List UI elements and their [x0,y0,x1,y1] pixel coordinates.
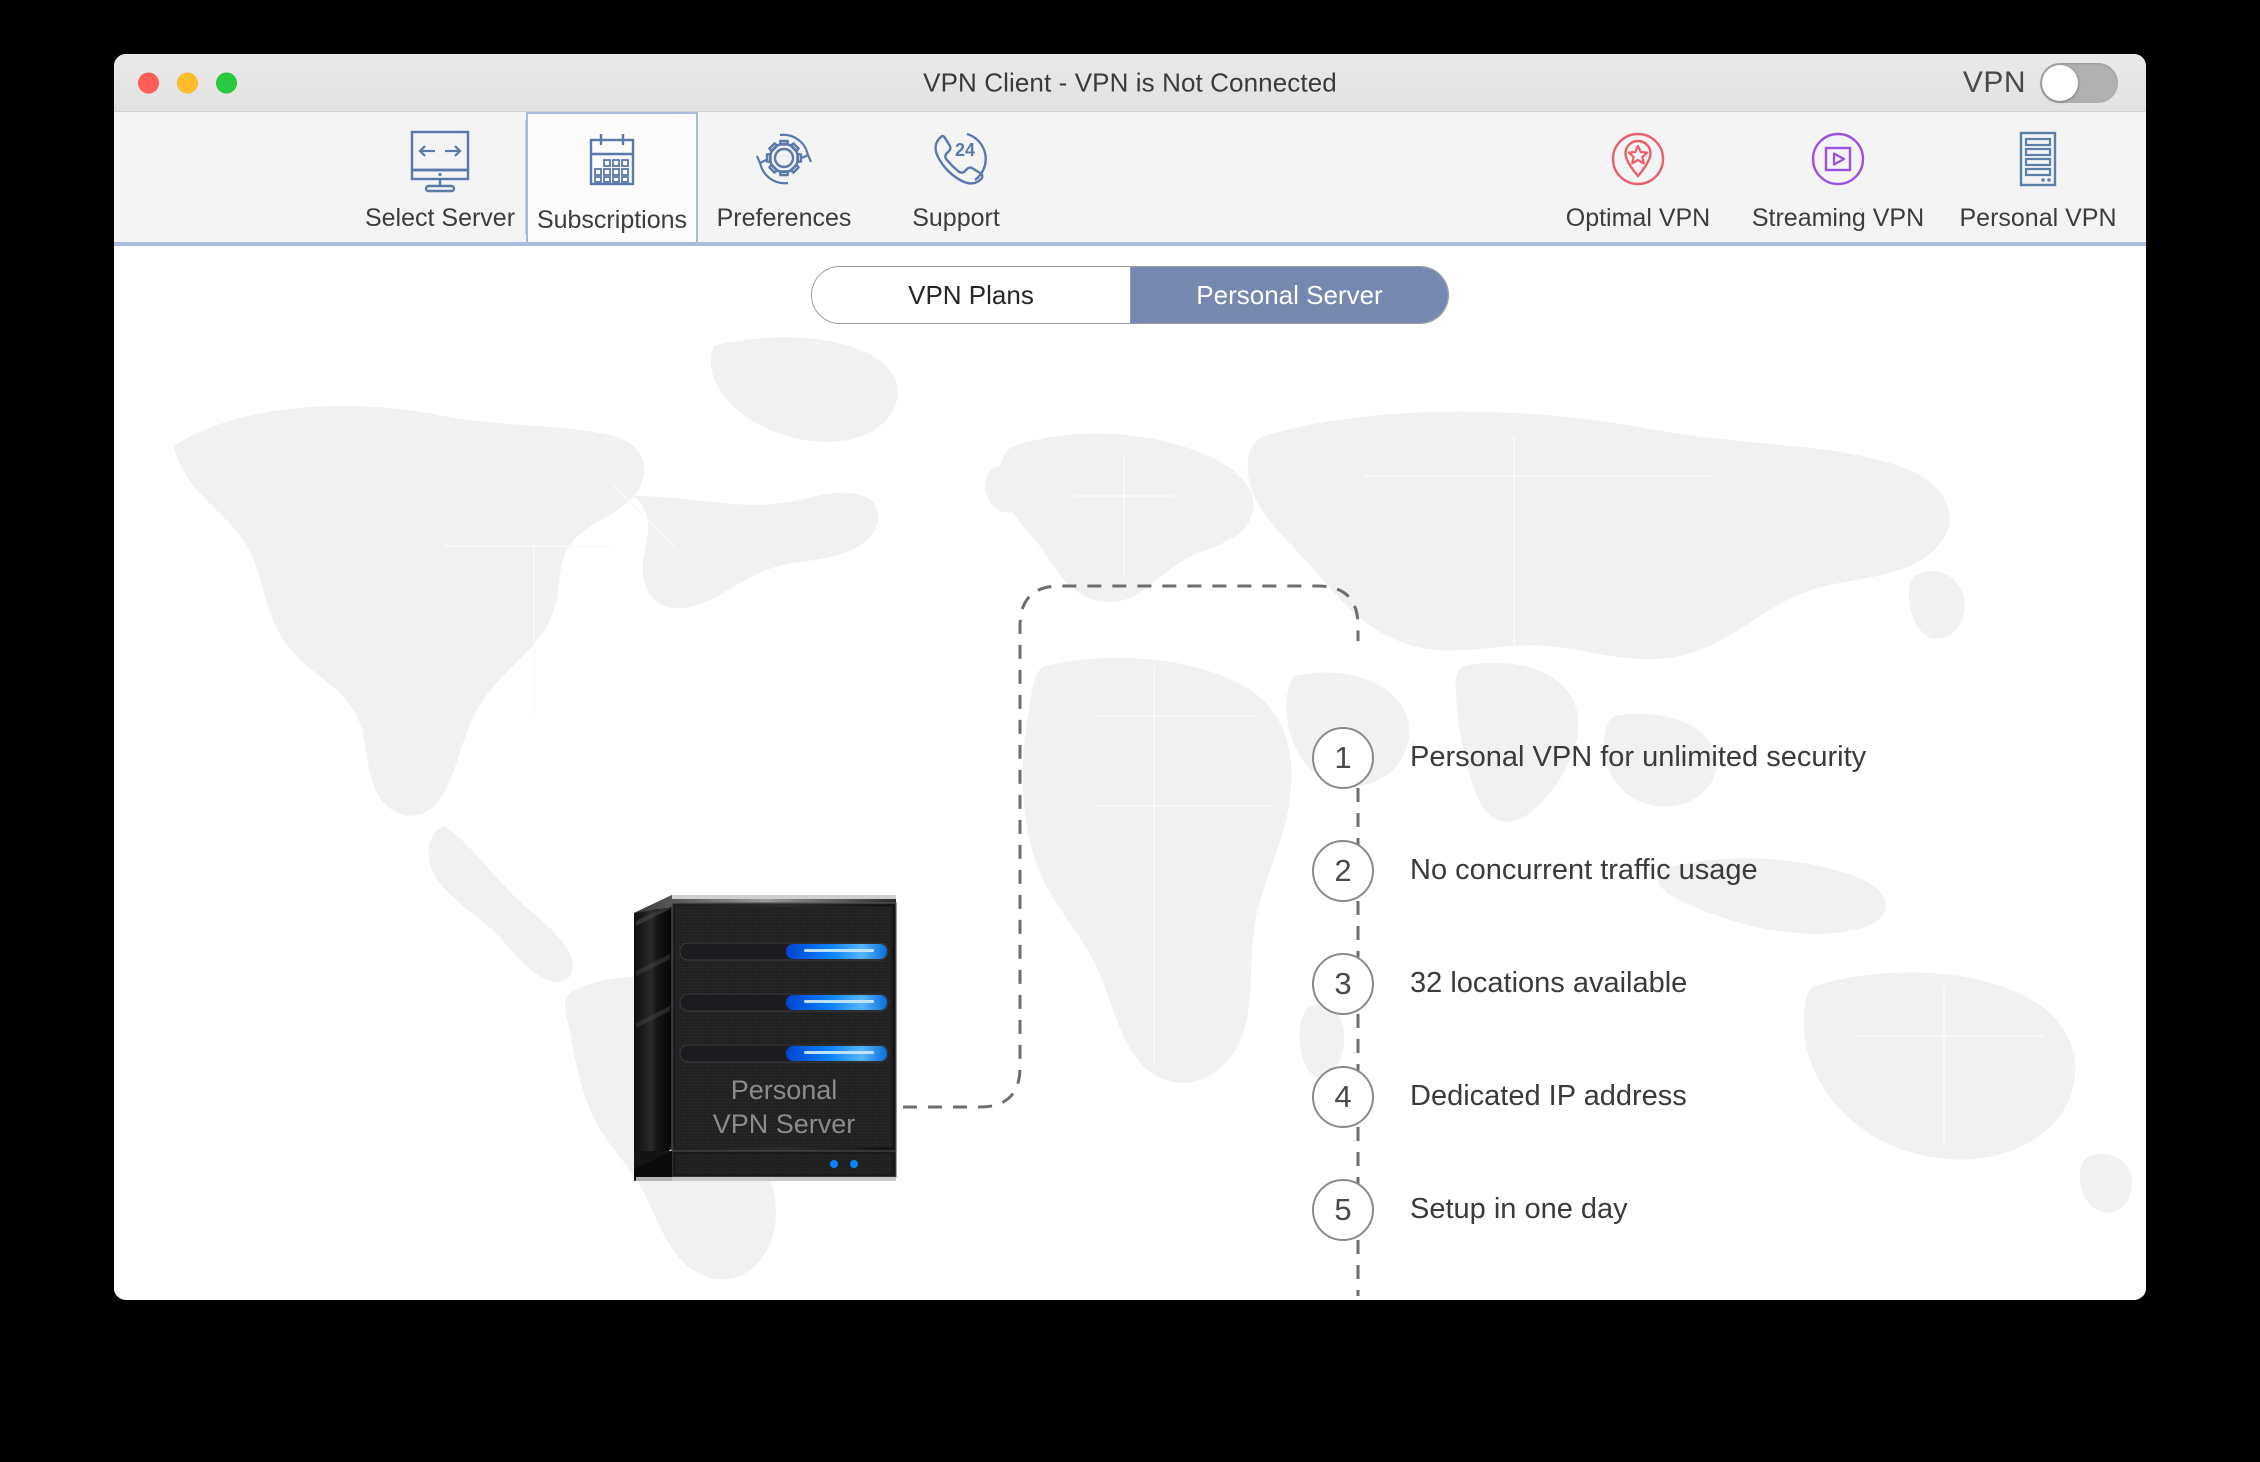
step-number: 5 [1312,1178,1374,1241]
toolbar-item-support[interactable]: 24 Support [870,112,1042,242]
vpn-toggle-label: VPN [1962,65,2026,99]
toolbar-item-subscriptions[interactable]: Subscriptions [526,112,698,242]
step-number: 1 [1312,726,1374,789]
list-item: 5 Setup in one day [1312,1153,1866,1266]
monitor-arrows-icon [404,126,476,196]
server-label-line1: Personal [731,1075,838,1105]
list-item: 1 Personal VPN for unlimited security [1312,701,1866,814]
segmented-control: VPN Plans Personal Server [811,266,1449,324]
toolbar-item-label: Optimal VPN [1565,204,1711,232]
step-label: Dedicated IP address [1410,1080,1687,1112]
personal-vpn-server-graphic: Personal VPN Server [634,895,897,1181]
vpn-toggle-switch[interactable] [2040,62,2118,103]
tab-personal-server[interactable]: Personal Server [1130,267,1448,323]
benefits-step-list: 1 Personal VPN for unlimited security 2 … [1312,701,1866,1266]
toolbar-item-label: Personal VPN [1959,204,2117,232]
server-rack-icon [2007,126,2069,196]
window-title: VPN Client - VPN is Not Connected [923,67,1337,97]
step-label: No concurrent traffic usage [1410,854,1758,886]
toolbar-item-select-server[interactable]: Select Server [354,112,526,242]
play-circle-icon [1804,126,1872,196]
toolbar-item-label: Preferences [716,204,852,232]
toolbar-item-optimal-vpn[interactable]: Optimal VPN [1538,112,1738,242]
step-label: 32 locations available [1410,967,1688,999]
toolbar-item-label: Streaming VPN [1751,204,1925,232]
svg-text:24: 24 [955,140,975,160]
list-item: 2 No concurrent traffic usage [1312,814,1866,927]
main-toolbar: Select Server Subscriptions Preferences … [114,112,2146,246]
tab-vpn-plans[interactable]: VPN Plans [812,267,1130,323]
step-label: Personal VPN for unlimited security [1410,741,1867,773]
vpn-toggle-group: VPN [1962,62,2118,103]
step-number: 3 [1312,952,1374,1015]
server-label-line2: VPN Server [713,1109,856,1139]
vpn-toggle-knob [2042,64,2078,101]
calendar-icon [579,128,645,198]
window-titlebar: VPN Client - VPN is Not Connected VPN [114,54,2146,112]
toolbar-item-streaming-vpn[interactable]: Streaming VPN [1738,112,1938,242]
main-content: VPN Plans Personal Server Personal VPN S… [114,246,2146,1296]
toolbar-item-label: Subscriptions [536,206,688,234]
toolbar-item-personal-vpn[interactable]: Personal VPN [1938,112,2138,242]
toolbar-left-group: Select Server Subscriptions Preferences … [354,112,1042,242]
step-label: Setup in one day [1410,1193,1628,1225]
gear-refresh-icon [748,126,820,196]
toolbar-item-label: Select Server [364,204,516,232]
phone-24-icon: 24 [921,126,991,196]
app-window: VPN Client - VPN is Not Connected VPN Se… [114,54,2146,1300]
toolbar-right-group: Optimal VPN Streaming VPN Personal VPN [1538,112,2138,242]
toolbar-item-label: Support [912,204,1000,232]
step-number: 4 [1312,1065,1374,1128]
step-number: 2 [1312,839,1374,902]
list-item: 4 Dedicated IP address [1312,1040,1866,1153]
star-pin-icon [1604,126,1672,196]
list-item: 3 32 locations available [1312,927,1866,1040]
toolbar-item-preferences[interactable]: Preferences [698,112,870,242]
